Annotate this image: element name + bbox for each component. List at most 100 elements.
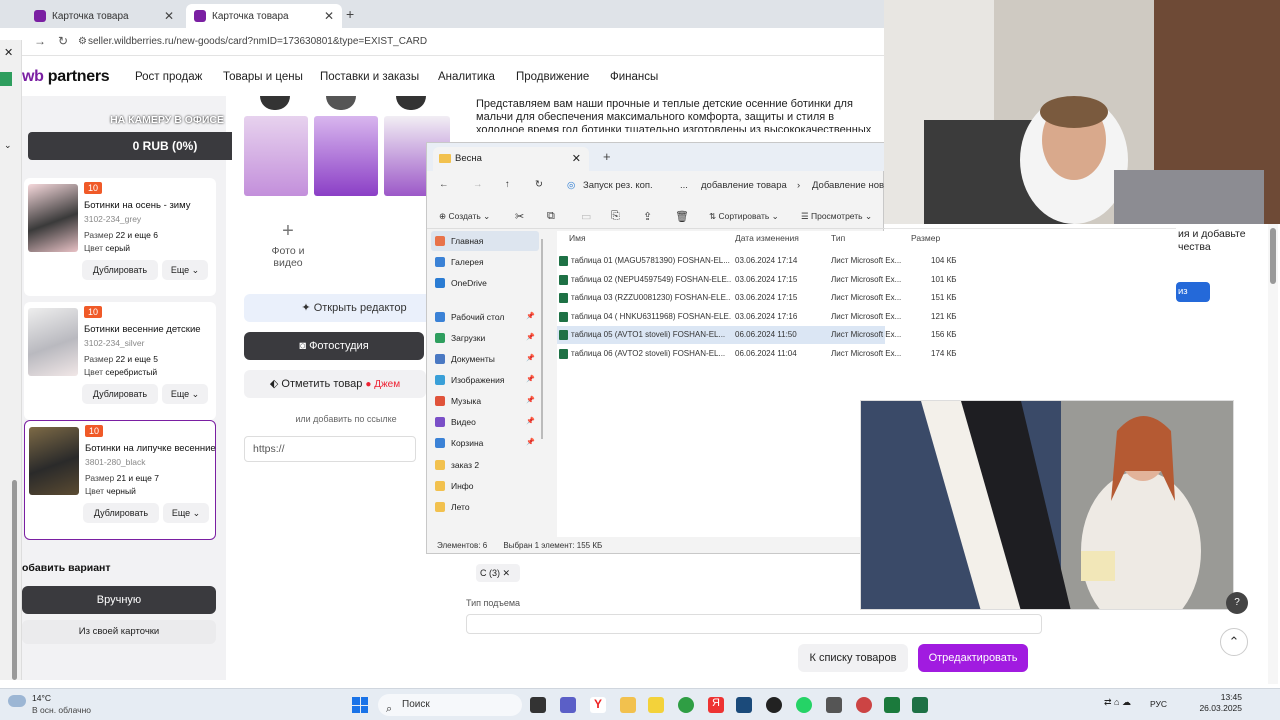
column-size[interactable]: Размер bbox=[911, 233, 940, 243]
reload-icon[interactable]: ↻ bbox=[58, 34, 68, 48]
share-icon[interactable]: ⇪ bbox=[643, 210, 652, 223]
up-icon[interactable]: ↑ bbox=[505, 179, 510, 190]
browser-tab-1[interactable]: Карточка товара ✕ bbox=[26, 4, 182, 28]
file-row[interactable]: таблица 02 (NEPU4597549) FOSHAN-ELE... 03… bbox=[557, 271, 956, 289]
pin-icon[interactable]: 📌 bbox=[526, 370, 535, 390]
column-name[interactable]: Имя bbox=[569, 233, 586, 243]
browser-tab-2-active[interactable]: Карточка товара ✕ bbox=[186, 4, 342, 28]
new-tab-button[interactable]: + bbox=[346, 6, 354, 22]
duplicate-button[interactable]: Дублировать bbox=[83, 503, 159, 523]
video-overlay[interactable] bbox=[860, 400, 1234, 610]
scrollbar-thumb[interactable] bbox=[1270, 228, 1276, 284]
video-control-button[interactable]: ? bbox=[1226, 592, 1248, 614]
breadcrumb-ellipsis[interactable]: ... bbox=[680, 180, 688, 191]
explorer-tab[interactable]: Весна ✕ bbox=[433, 147, 589, 171]
nav-finance[interactable]: Финансы bbox=[610, 71, 658, 83]
mark-product-button[interactable]: ⬖ Отметить товар ● Джем bbox=[244, 370, 426, 398]
teams-icon[interactable] bbox=[560, 697, 576, 713]
edit-button[interactable]: Отредактировать bbox=[918, 644, 1028, 672]
pin-icon[interactable]: 📌 bbox=[526, 307, 535, 327]
app-icon[interactable] bbox=[826, 697, 842, 713]
pin-icon[interactable]: 📌 bbox=[526, 391, 535, 411]
nav-item[interactable]: Изображения 📌 bbox=[431, 370, 539, 390]
whatsapp-icon[interactable] bbox=[796, 697, 812, 713]
right-panel-button[interactable]: из bbox=[1176, 282, 1210, 302]
wb-partners-logo[interactable]: wb partners bbox=[22, 68, 110, 86]
nav-item[interactable]: Видео 📌 bbox=[431, 412, 539, 432]
product-card[interactable]: 10 Ботинки весенние детские 3102-234_sil… bbox=[24, 302, 216, 420]
nav-growth[interactable]: Рост продаж bbox=[135, 71, 202, 83]
more-button[interactable]: Еще ⌄ bbox=[162, 260, 208, 280]
more-button[interactable]: Еще ⌄ bbox=[162, 384, 208, 404]
forward-icon[interactable]: → bbox=[34, 34, 46, 48]
task-view-icon[interactable] bbox=[530, 697, 546, 713]
nav-item[interactable]: Инфо bbox=[431, 476, 539, 496]
nav-item[interactable]: OneDrive bbox=[431, 273, 539, 293]
filter-chip[interactable]: С (3) ✕ bbox=[476, 564, 520, 582]
close-tab-icon[interactable]: ✕ bbox=[164, 9, 174, 23]
product-thumbnail[interactable] bbox=[28, 184, 78, 252]
forward-icon[interactable]: → bbox=[473, 179, 483, 190]
photostudio-button[interactable]: ◙ Фотостудия bbox=[244, 332, 424, 360]
product-photo[interactable] bbox=[326, 96, 356, 110]
nav-supplies-orders[interactable]: Поставки и заказы bbox=[320, 71, 419, 83]
obs-icon[interactable] bbox=[766, 697, 782, 713]
nav-item[interactable]: Загрузки 📌 bbox=[431, 328, 539, 348]
rename-icon[interactable]: ⎘ bbox=[611, 210, 620, 223]
product-thumbnail[interactable] bbox=[28, 308, 78, 376]
to-product-list-button[interactable]: К списку товаров bbox=[798, 644, 908, 672]
delete-icon[interactable]: 🗑 bbox=[675, 210, 689, 223]
file-row[interactable]: таблица 03 (RZZU0081230) FOSHAN-ELE... 03… bbox=[557, 289, 956, 307]
yandex-icon[interactable]: Я bbox=[708, 697, 724, 713]
from-own-card-button[interactable]: Из своей карточки bbox=[22, 620, 216, 644]
new-tab-icon[interactable]: + bbox=[603, 149, 611, 164]
product-photo[interactable] bbox=[260, 96, 290, 110]
duplicate-button[interactable]: Дублировать bbox=[82, 384, 158, 404]
file-row[interactable]: таблица 05 (AVTO1 stoveli) FOSHAN-EL... 0… bbox=[557, 326, 956, 345]
site-info-icon[interactable]: ⚙ bbox=[78, 36, 87, 47]
nav-products-prices[interactable]: Товары и цены bbox=[223, 71, 303, 83]
nav-analytics[interactable]: Аналитика bbox=[438, 71, 495, 83]
page-scrollbar[interactable] bbox=[1268, 224, 1278, 684]
scrollbar[interactable] bbox=[12, 480, 17, 680]
pin-icon[interactable]: 📌 bbox=[526, 349, 535, 369]
language-indicator[interactable]: РУС bbox=[1150, 699, 1167, 709]
breadcrumb-item[interactable]: добавление товара bbox=[701, 180, 787, 191]
pane-scrollbar[interactable] bbox=[541, 239, 543, 439]
product-description[interactable]: Представляем вам наши прочные и теплые д… bbox=[476, 98, 882, 132]
yandex-browser-icon[interactable]: Y bbox=[590, 697, 606, 713]
file-explorer-icon[interactable] bbox=[620, 697, 636, 713]
manual-button[interactable]: Вручную bbox=[22, 586, 216, 614]
windows-start-icon[interactable] bbox=[352, 697, 368, 713]
steam-icon[interactable] bbox=[736, 697, 752, 713]
column-type[interactable]: Тип bbox=[831, 233, 845, 243]
cut-icon[interactable]: ✂ bbox=[515, 210, 524, 223]
file-row[interactable]: таблица 01 (MAGU5781390) FOSHAN-EL... 03.… bbox=[557, 252, 956, 270]
system-tray-icons[interactable]: ⇄ ⌂ ☁ bbox=[1104, 697, 1131, 708]
more-button[interactable]: Еще ⌄ bbox=[163, 503, 209, 523]
copy-icon[interactable]: ⧉ bbox=[547, 210, 555, 223]
nav-item[interactable]: Корзина 📌 bbox=[431, 433, 539, 453]
nav-item[interactable]: Лето bbox=[431, 497, 539, 517]
file-row[interactable]: таблица 06 (AVTO2 stoveli) FOSHAN-EL... 0… bbox=[557, 345, 956, 363]
chevron-down-icon[interactable]: ⌄ bbox=[4, 140, 12, 151]
close-tab-icon[interactable]: ✕ bbox=[324, 9, 334, 23]
product-thumbnail[interactable] bbox=[29, 427, 79, 495]
media-url-input[interactable]: https:// bbox=[244, 436, 416, 462]
app-icon[interactable] bbox=[884, 697, 900, 713]
create-button[interactable]: ⊕ Создать ⌄ bbox=[439, 211, 490, 222]
chrome-icon[interactable] bbox=[678, 697, 694, 713]
scroll-up-icon[interactable]: ⌃ bbox=[1220, 628, 1248, 656]
url-field[interactable]: seller.wildberries.ru/new-goods/card?nmI… bbox=[88, 34, 868, 50]
duplicate-button[interactable]: Дублировать bbox=[82, 260, 158, 280]
pin-icon[interactable]: 📌 bbox=[526, 328, 535, 348]
nav-item[interactable]: Рабочий стол 📌 bbox=[431, 307, 539, 327]
taskbar-search[interactable]: ⌕ Поиск bbox=[378, 694, 522, 716]
product-photo[interactable] bbox=[244, 116, 308, 196]
nav-item[interactable]: Документы 📌 bbox=[431, 349, 539, 369]
excel-icon[interactable] bbox=[912, 697, 928, 713]
nav-item[interactable]: Галерея bbox=[431, 252, 539, 272]
close-icon[interactable]: ✕ bbox=[572, 147, 581, 171]
pin-icon[interactable]: 📌 bbox=[526, 433, 535, 453]
refresh-icon[interactable]: ↻ bbox=[535, 179, 543, 190]
